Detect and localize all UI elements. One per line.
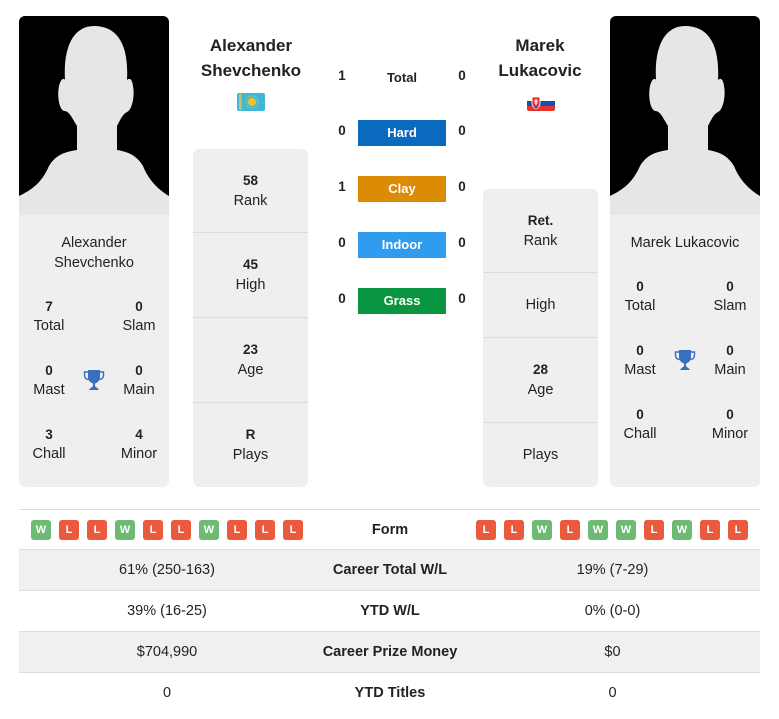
form-badge-loss: L [227, 520, 247, 540]
left-card-name-line1: Alexander [61, 235, 127, 251]
row-label: YTD Titles [354, 685, 426, 701]
form-badge-loss: L [255, 520, 275, 540]
h2h-clay-left: 1 [338, 179, 346, 194]
right-player-photo [610, 16, 760, 215]
left-player-card: Alexander Shevchenko 7 Total 0 Slam 0 Ma… [19, 16, 169, 487]
left-value: 39% (16-25) [127, 603, 207, 619]
form-badge-loss: L [560, 520, 580, 540]
left-card-name-line2: Shevchenko [54, 255, 134, 271]
form-badge-win: W [31, 520, 51, 540]
form-badge-win: W [199, 520, 219, 540]
left-titles-slam: 0 Slam [122, 299, 156, 334]
left-titles-total: 7 Total [33, 299, 65, 334]
form-badge-win: W [532, 520, 552, 540]
left-value: 61% (250-163) [119, 562, 215, 578]
left-titles-main: 0 Main [123, 363, 155, 398]
right-value: 0% (0-0) [584, 603, 641, 619]
right-player-name-line2[interactable]: Lukacovic [470, 58, 610, 83]
left-stat-rank: 58 Rank [193, 149, 308, 233]
form-row: WLLWLLWLLL Form LLWLWWLWLL [19, 509, 760, 550]
right-stat-rank: Ret. Rank [483, 189, 598, 273]
right-titles-slam: 0 Slam [713, 279, 747, 314]
right-stats-panel: Ret. Rank High 28 Age Plays [483, 189, 598, 487]
right-value: 0 [608, 685, 617, 701]
form-badge-loss: L [700, 520, 720, 540]
row-label: Career Prize Money [322, 644, 458, 660]
left-value: $704,990 [136, 644, 198, 660]
right-titles-main: 0 Main [714, 343, 746, 378]
right-stat-plays: Plays [522, 447, 559, 463]
form-label: Form [371, 522, 409, 538]
form-badge-loss: L [644, 520, 664, 540]
left-stats-panel: 58 Rank 45 High 23 Age R Plays [193, 149, 308, 487]
form-badge-win: W [115, 520, 135, 540]
right-card-name: Marek Lukacovic [630, 235, 740, 251]
right-player-name-line1[interactable]: Marek [470, 33, 610, 58]
form-badge-loss: L [87, 520, 107, 540]
h2h-grass-right: 0 [458, 291, 466, 306]
left-player-photo [19, 16, 169, 215]
left-titles-mast: 0 Mast [33, 363, 65, 398]
trophy-icon [673, 348, 697, 372]
left-player-name-line2[interactable]: Shevchenko [181, 58, 321, 83]
table-row: 39% (16-25) YTD W/L 0% (0-0) [19, 590, 760, 631]
right-titles-total: 0 Total [624, 279, 656, 314]
left-stat-age: 23 Age [193, 318, 308, 403]
h2h-total-right: 0 [458, 68, 466, 83]
form-badge-loss: L [143, 520, 163, 540]
left-form-badges: WLLWLLWLLL [31, 520, 303, 540]
left-value: 0 [162, 685, 172, 701]
slovakia-flag-icon [527, 96, 555, 111]
right-stat-age: 28 Age [483, 338, 598, 423]
trophy-icon [82, 368, 106, 392]
form-badge-win: W [588, 520, 608, 540]
form-badge-win: W [672, 520, 692, 540]
form-badge-loss: L [283, 520, 303, 540]
avatar-silhouette-icon [610, 26, 760, 215]
h2h-total-label: Total [386, 70, 418, 85]
form-badge-loss: L [171, 520, 191, 540]
right-stat-high: High [483, 273, 598, 338]
row-label: YTD W/L [360, 603, 420, 619]
h2h-hard-right: 0 [458, 123, 466, 138]
right-value: $0 [604, 644, 621, 660]
form-badge-loss: L [476, 520, 496, 540]
avatar-silhouette-icon [19, 26, 169, 215]
form-badge-loss: L [728, 520, 748, 540]
h2h-total-left: 1 [338, 68, 346, 83]
right-value: 19% (7-29) [576, 562, 649, 578]
h2h-indoor-left: 0 [338, 235, 346, 250]
h2h-grass-left: 0 [338, 291, 346, 306]
h2h-hard-left: 0 [338, 123, 346, 138]
right-titles-chall: 0 Chall [623, 407, 657, 442]
table-row: 0 YTD Titles 0 [19, 672, 760, 713]
table-row: 61% (250-163) Career Total W/L 19% (7-29… [19, 549, 760, 590]
left-stat-high: 45 High [193, 233, 308, 318]
h2h-clay-right: 0 [458, 179, 466, 194]
left-titles-minor: 4 Minor [120, 427, 158, 462]
row-label: Career Total W/L [332, 562, 448, 578]
surface-clay-bar: Clay [358, 176, 446, 202]
left-titles-chall: 3 Chall [32, 427, 66, 462]
form-badge-loss: L [504, 520, 524, 540]
table-row: $704,990 Career Prize Money $0 [19, 631, 760, 672]
surface-grass-bar: Grass [358, 288, 446, 314]
left-stat-plays: R Plays [232, 427, 269, 463]
left-player-name-line1[interactable]: Alexander [181, 33, 321, 58]
h2h-indoor-right: 0 [458, 235, 466, 250]
form-badge-loss: L [59, 520, 79, 540]
surface-hard-bar: Hard [358, 120, 446, 146]
right-form-badges: LLWLWWLWLL [476, 520, 748, 540]
kazakhstan-flag-icon [237, 93, 265, 111]
form-badge-win: W [616, 520, 636, 540]
right-titles-minor: 0 Minor [711, 407, 749, 442]
surface-indoor-bar: Indoor [358, 232, 446, 258]
right-player-card: Marek Lukacovic 0 Total 0 Slam 0 Mast 0 … [610, 16, 760, 487]
right-titles-mast: 0 Mast [624, 343, 656, 378]
